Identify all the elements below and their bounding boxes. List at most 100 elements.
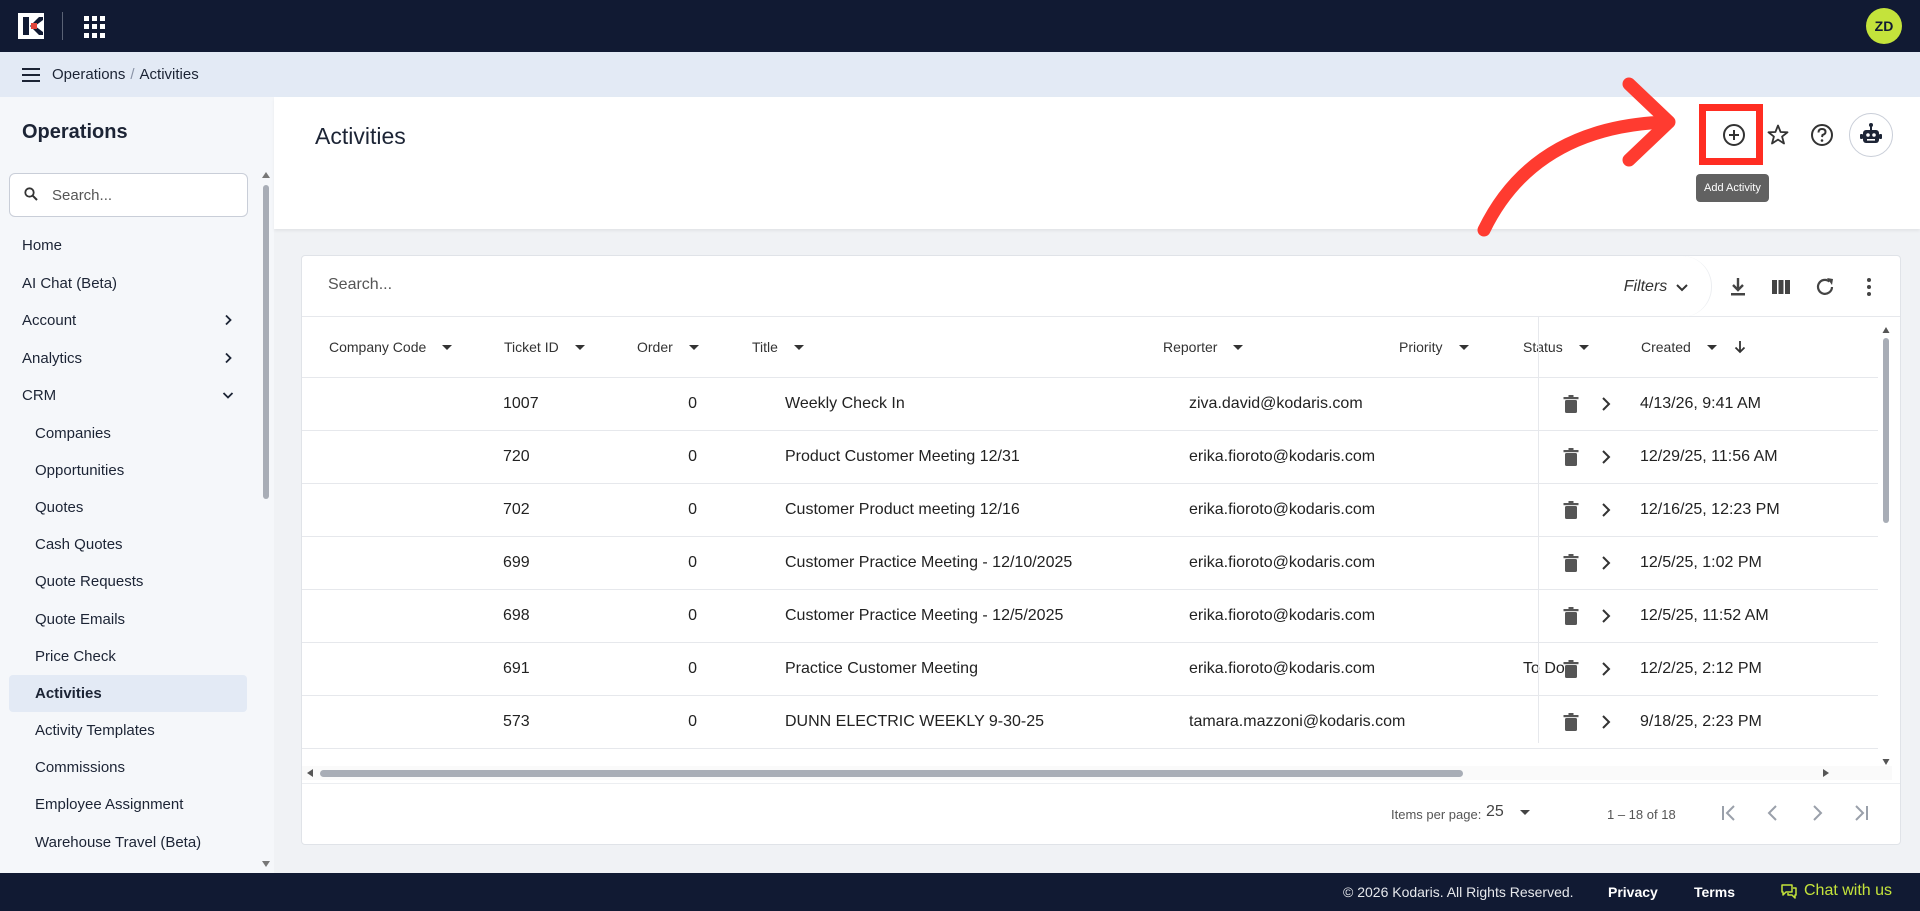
delete-icon[interactable]	[1560, 711, 1582, 733]
help-button[interactable]	[1804, 117, 1840, 153]
delete-icon[interactable]	[1560, 393, 1582, 415]
chevron-down-icon	[222, 392, 234, 399]
scroll-down-arrow-icon[interactable]	[1882, 758, 1890, 766]
sidebar-item-quotes[interactable]: Quotes	[0, 489, 256, 526]
page-size-select[interactable]: 25	[1486, 803, 1530, 821]
cell-created: 12/5/25, 1:02 PM	[1640, 554, 1762, 571]
hamburger-menu-icon[interactable]	[22, 68, 40, 82]
table-row[interactable]: 720 0 Product Customer Meeting 12/31 erika.…	[302, 431, 1878, 484]
chevron-right-icon[interactable]	[1595, 711, 1617, 733]
delete-icon[interactable]	[1560, 446, 1582, 468]
scroll-left-arrow-icon[interactable]	[306, 768, 314, 778]
sidebar-search[interactable]	[9, 173, 248, 217]
delete-icon[interactable]	[1560, 499, 1582, 521]
chevron-right-icon[interactable]	[1595, 552, 1617, 574]
sidebar-item-ai-chat[interactable]: AI Chat (Beta)	[0, 265, 256, 303]
delete-icon[interactable]	[1560, 552, 1582, 574]
sidebar-item-analytics[interactable]: Analytics	[0, 340, 256, 378]
chevron-right-icon[interactable]	[1595, 658, 1617, 680]
chat-with-us-button[interactable]: Chat with us	[1780, 882, 1892, 900]
table-vertical-scrollbar[interactable]	[1882, 326, 1890, 766]
sidebar-item-activity-templates[interactable]: Activity Templates	[0, 712, 256, 749]
favorite-button[interactable]	[1760, 117, 1796, 153]
table-row[interactable]: 698 0 Customer Practice Meeting - 12/5/202…	[302, 590, 1878, 643]
col-reporter[interactable]: Reporter	[1163, 339, 1244, 355]
sidebar-scrollbar[interactable]	[263, 185, 269, 499]
privacy-link[interactable]: Privacy	[1608, 884, 1658, 900]
columns-icon[interactable]	[1769, 275, 1793, 299]
sidebar-item-quote-requests[interactable]: Quote Requests	[0, 563, 256, 600]
cell-order: 0	[688, 501, 697, 518]
col-order[interactable]: Order	[637, 339, 699, 355]
sidebar-item-opportunities[interactable]: Opportunities	[0, 452, 256, 489]
sidebar-nav: Home AI Chat (Beta) Account Analytics CR…	[0, 227, 256, 861]
scrollbar-thumb[interactable]	[320, 770, 1463, 777]
col-created[interactable]: Created	[1641, 339, 1747, 355]
scrollbar-thumb[interactable]	[1883, 338, 1889, 523]
sidebar-item-employee-assignment[interactable]: Employee Assignment	[0, 786, 256, 823]
cell-order: 0	[688, 395, 697, 412]
more-vert-icon[interactable]	[1857, 275, 1881, 299]
sidebar-item-cash-quotes[interactable]: Cash Quotes	[0, 526, 256, 563]
scroll-down-arrow-icon[interactable]	[261, 860, 271, 868]
cell-created: 12/29/25, 11:56 AM	[1640, 448, 1778, 465]
apps-grid-icon[interactable]	[84, 16, 106, 38]
last-page-icon[interactable]	[1849, 801, 1873, 825]
sidebar-item-warehouse-travel[interactable]: Warehouse Travel (Beta)	[0, 824, 256, 861]
table-horizontal-scrollbar[interactable]	[302, 766, 1892, 780]
chevron-right-icon[interactable]	[1595, 446, 1617, 468]
cell-title: Customer Practice Meeting - 12/10/2025	[785, 554, 1073, 571]
sidebar-item-crm[interactable]: CRM	[0, 377, 256, 415]
col-ticket-id[interactable]: Ticket ID	[504, 339, 585, 355]
previous-page-icon[interactable]	[1761, 801, 1785, 825]
sidebar-item-account[interactable]: Account	[0, 302, 256, 340]
sort-caret-icon	[442, 344, 453, 350]
col-priority[interactable]: Priority	[1399, 339, 1469, 355]
scroll-right-arrow-icon[interactable]	[1822, 768, 1830, 778]
cell-reporter: erika.fioroto@kodaris.com	[1189, 501, 1376, 518]
table-row[interactable]: 1007 0 Weekly Check In ziva.david@kodaris.c…	[302, 378, 1878, 431]
delete-icon[interactable]	[1560, 658, 1582, 680]
user-avatar[interactable]: ZD	[1866, 8, 1902, 44]
paginator: Items per page: 25 1 – 18 of 18	[302, 783, 1900, 844]
sort-caret-icon	[1233, 344, 1244, 350]
col-title[interactable]: Title	[752, 339, 804, 355]
sort-arrow-down-icon	[1734, 341, 1745, 354]
delete-icon[interactable]	[1560, 605, 1582, 627]
terms-link[interactable]: Terms	[1694, 884, 1735, 900]
breadcrumb-activities: Activities	[139, 66, 199, 83]
kodaris-logo[interactable]	[18, 13, 44, 39]
sidebar-item-activities[interactable]: Activities	[9, 674, 247, 712]
sidebar-item-home[interactable]: Home	[0, 227, 256, 265]
cell-order: 0	[688, 448, 697, 465]
first-page-icon[interactable]	[1717, 801, 1741, 825]
cell-title: Customer Practice Meeting - 12/5/2025	[785, 607, 1064, 624]
chevron-right-icon[interactable]	[1595, 605, 1617, 627]
table-search-input[interactable]	[328, 276, 1228, 294]
copyright: © 2026 Kodaris. All Rights Reserved.	[1343, 884, 1574, 900]
refresh-icon[interactable]	[1813, 275, 1837, 299]
col-company-code[interactable]: Company Code	[329, 339, 453, 355]
breadcrumb-operations[interactable]: Operations	[52, 66, 125, 83]
download-icon[interactable]	[1726, 275, 1750, 299]
table-row[interactable]: 691 0 Practice Customer Meeting erika.fioro…	[302, 643, 1878, 696]
sidebar-search-input[interactable]	[52, 184, 237, 206]
col-status[interactable]: Status	[1523, 339, 1589, 355]
assistant-bot-button[interactable]	[1849, 113, 1893, 157]
next-page-icon[interactable]	[1805, 801, 1829, 825]
sidebar-item-quote-emails[interactable]: Quote Emails	[0, 600, 256, 637]
sidebar-item-companies[interactable]: Companies	[0, 415, 256, 452]
column-label: Order	[637, 339, 673, 355]
sidebar-item-commissions[interactable]: Commissions	[0, 749, 256, 786]
star-icon	[1767, 124, 1789, 145]
sidebar-item-price-check[interactable]: Price Check	[0, 638, 256, 675]
table-row[interactable]: 573 0 DUNN ELECTRIC WEEKLY 9-30-25 tamara.m…	[302, 696, 1878, 749]
scroll-up-arrow-icon[interactable]	[1882, 326, 1890, 334]
table-row[interactable]: 702 0 Customer Product meeting 12/16 erika.…	[302, 484, 1878, 537]
scroll-up-arrow-icon[interactable]	[261, 171, 271, 179]
chevron-right-icon[interactable]	[1595, 393, 1617, 415]
table-row[interactable]: 699 0 Customer Practice Meeting - 12/10/20…	[302, 537, 1878, 590]
chevron-right-icon[interactable]	[1595, 499, 1617, 521]
filters-button[interactable]: Filters	[1602, 256, 1712, 317]
actions-column-divider	[1538, 317, 1539, 743]
